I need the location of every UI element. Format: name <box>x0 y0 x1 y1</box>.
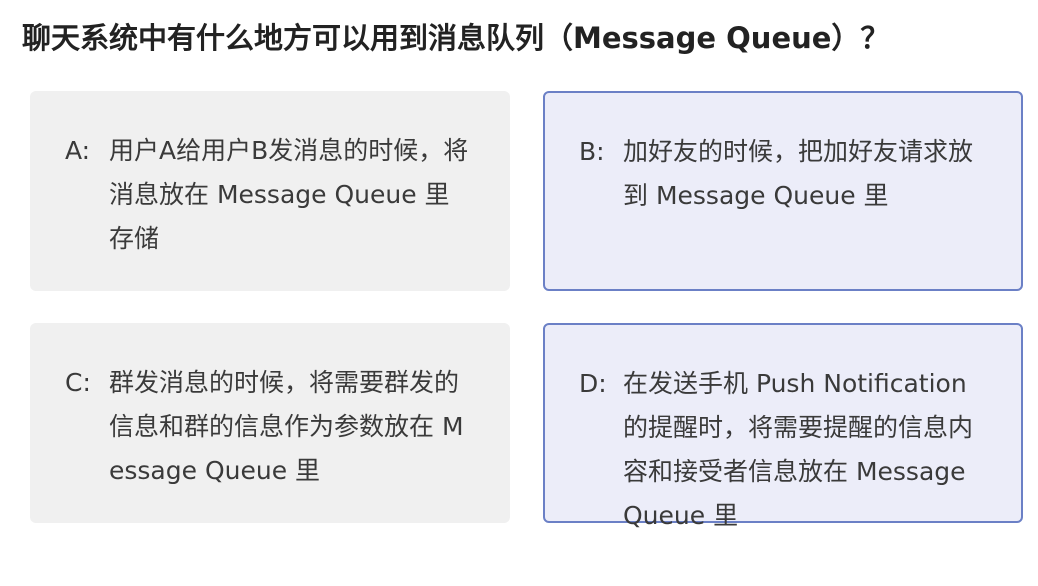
option-b-letter: B: <box>579 137 605 166</box>
option-b-row: B: 加好友的时候，把加好友请求放到 Message Queue 里 <box>579 130 981 218</box>
question-title: 聊天系统中有什么地方可以用到消息队列（Message Queue）？ <box>22 21 890 55</box>
option-a-letter: A: <box>65 136 91 165</box>
option-b-card[interactable]: B: 加好友的时候，把加好友请求放到 Message Queue 里 <box>543 91 1023 291</box>
option-d-letter: D: <box>579 369 607 398</box>
option-c-card[interactable]: C: 群发消息的时候，将需要群发的信息和群的信息作为参数放在 Message Q… <box>30 323 510 523</box>
option-a-text: 用户A给用户B发消息的时候，将消息放在 Message Queue 里存储 <box>109 136 469 253</box>
option-d-card[interactable]: D: 在发送手机 Push Notification 的提醒时，将需要提醒的信息… <box>543 323 1023 530</box>
option-c-letter: C: <box>65 368 91 397</box>
option-c-text: 群发消息的时候，将需要群发的信息和群的信息作为参数放在 Message Queu… <box>109 368 464 485</box>
option-c-row: C: 群发消息的时候，将需要群发的信息和群的信息作为参数放在 Message Q… <box>65 361 469 493</box>
option-d-text: 在发送手机 Push Notification 的提醒时，将需要提醒的信息内容和… <box>623 369 974 530</box>
option-a-card[interactable]: A: 用户A给用户B发消息的时候，将消息放在 Message Queue 里存储 <box>30 91 510 291</box>
option-d-row: D: 在发送手机 Push Notification 的提醒时，将需要提醒的信息… <box>579 362 981 538</box>
option-a-row: A: 用户A给用户B发消息的时候，将消息放在 Message Queue 里存储 <box>65 129 469 261</box>
option-b-text: 加好友的时候，把加好友请求放到 Message Queue 里 <box>623 137 974 210</box>
